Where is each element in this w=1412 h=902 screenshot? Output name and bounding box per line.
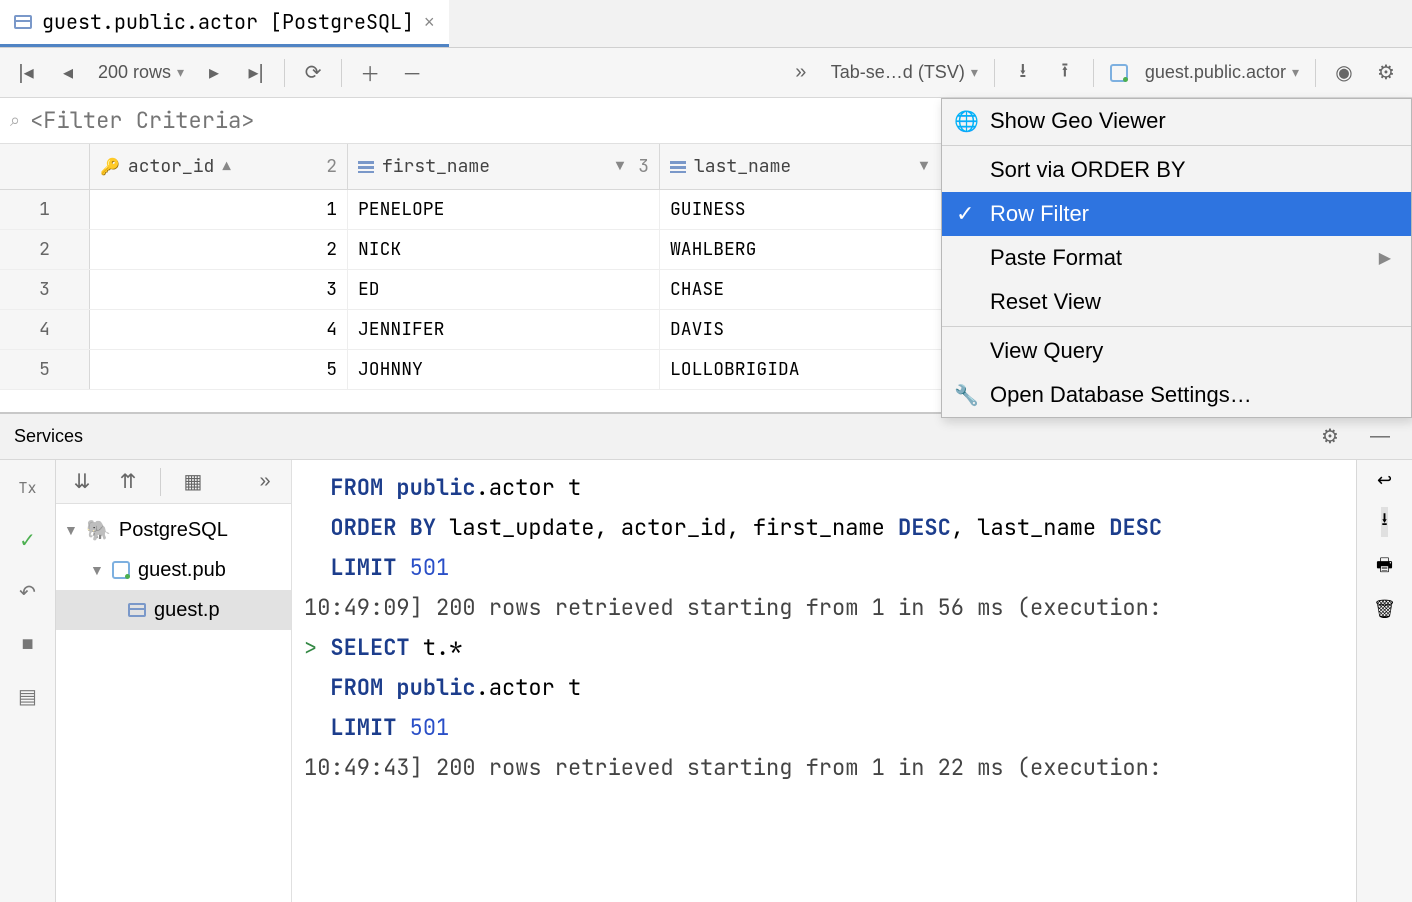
tab-title: guest.public.actor [PostgreSQL] bbox=[42, 9, 414, 35]
cell-last-name[interactable]: CHASE bbox=[660, 270, 964, 309]
services-title: Services bbox=[14, 426, 83, 447]
print-button[interactable]: 🖶 bbox=[1376, 553, 1393, 583]
cell-actor-id[interactable]: 2 bbox=[90, 230, 348, 269]
editor-tab-bar: guest.public.actor [PostgreSQL] × bbox=[0, 0, 1412, 48]
cell-last-name[interactable]: GUINESS bbox=[660, 190, 964, 229]
row-number: 4 bbox=[0, 310, 90, 349]
view-toggle-button[interactable]: ◉ bbox=[1326, 55, 1362, 91]
clear-button[interactable]: 🗑 bbox=[1373, 599, 1396, 620]
close-icon[interactable]: × bbox=[424, 12, 435, 33]
first-page-button[interactable]: |◂ bbox=[8, 55, 44, 91]
tree-node-postgres[interactable]: ▼ 🐘 PostgreSQL bbox=[56, 510, 291, 550]
cell-first-name[interactable]: JOHNNY bbox=[348, 350, 660, 389]
stop-button[interactable]: ■ bbox=[10, 626, 46, 662]
row-number: 2 bbox=[0, 230, 90, 269]
editor-tab[interactable]: guest.public.actor [PostgreSQL] × bbox=[0, 0, 449, 47]
row-count-dropdown[interactable]: 200 rows▾ bbox=[92, 62, 190, 83]
services-right-gutter: ↩ ⭳ 🖶 🗑 bbox=[1356, 460, 1412, 902]
column-icon bbox=[670, 161, 686, 173]
menu-sort-order-by[interactable]: Sort via ORDER BY bbox=[942, 148, 1411, 192]
services-minimize-button[interactable]: — bbox=[1362, 419, 1398, 455]
column-header-first-name[interactable]: first_name ▼ 3 bbox=[348, 144, 660, 189]
menu-paste-format[interactable]: Paste Format ▶ bbox=[942, 236, 1411, 280]
cell-actor-id[interactable]: 5 bbox=[90, 350, 348, 389]
export-button[interactable]: ⭳ bbox=[1005, 55, 1041, 91]
datasource-icon bbox=[112, 561, 130, 579]
datasource-icon bbox=[1110, 64, 1128, 82]
services-tree-column: ⇊ ⇈ ▦ » ▼ 🐘 PostgreSQL ▼ guest.pub bbox=[56, 460, 292, 902]
layout-button[interactable]: ▤ bbox=[10, 678, 46, 714]
import-button[interactable]: ⭱ bbox=[1047, 55, 1083, 91]
group-button[interactable]: ▦ bbox=[175, 464, 211, 500]
expand-all-button[interactable]: ⇊ bbox=[64, 464, 100, 500]
next-page-button[interactable]: ▸ bbox=[196, 55, 232, 91]
table-icon bbox=[14, 15, 32, 29]
search-icon: ⌕ bbox=[10, 110, 20, 131]
tree-node-console[interactable]: guest.p bbox=[56, 590, 291, 630]
row-number: 1 bbox=[0, 190, 90, 229]
remove-row-button[interactable]: － bbox=[394, 55, 430, 91]
column-header-actor-id[interactable]: 🔑 actor_id ▲ 2 bbox=[90, 144, 348, 189]
settings-button[interactable]: ⚙ bbox=[1368, 55, 1404, 91]
services-console[interactable]: FROM public.actor t ORDER BY last_update… bbox=[292, 460, 1356, 902]
datasource-dropdown[interactable]: guest.public.actor▾ bbox=[1104, 62, 1305, 83]
services-tree: ▼ 🐘 PostgreSQL ▼ guest.pub guest.p bbox=[56, 504, 291, 636]
column-header-last-name[interactable]: last_name ▼ 4 bbox=[660, 144, 964, 189]
cell-last-name[interactable]: DAVIS bbox=[660, 310, 964, 349]
commit-button[interactable]: ✓ bbox=[10, 522, 46, 558]
cell-actor-id[interactable]: 3 bbox=[90, 270, 348, 309]
check-icon: ✓ bbox=[956, 201, 974, 227]
cell-first-name[interactable]: JENNIFER bbox=[348, 310, 660, 349]
tree-more-button[interactable]: » bbox=[247, 464, 283, 500]
key-icon: 🔑 bbox=[100, 156, 120, 177]
export-format-dropdown[interactable]: Tab-se…d (TSV)▾ bbox=[825, 62, 984, 83]
table-icon bbox=[128, 603, 146, 617]
services-settings-button[interactable]: ⚙ bbox=[1312, 419, 1348, 455]
row-number: 3 bbox=[0, 270, 90, 309]
rollback-button[interactable]: ↶ bbox=[10, 574, 46, 610]
sort-asc-icon: ▲ bbox=[222, 158, 230, 176]
prev-page-button[interactable]: ◂ bbox=[50, 55, 86, 91]
gutter-header bbox=[0, 144, 90, 189]
services-tree-toolbar: ⇊ ⇈ ▦ » bbox=[56, 460, 291, 504]
cell-last-name[interactable]: LOLLOBRIGIDA bbox=[660, 350, 964, 389]
scroll-to-end-button[interactable]: ⭳ bbox=[1381, 507, 1387, 537]
globe-icon: 🌐 bbox=[954, 109, 979, 134]
last-page-button[interactable]: ▸| bbox=[238, 55, 274, 91]
services-panel: Services ⚙ — Tx ✓ ↶ ■ ▤ ⇊ ⇈ ▦ » ▼ 🐘 bbox=[0, 412, 1412, 902]
column-icon bbox=[358, 161, 374, 173]
cell-first-name[interactable]: PENELOPE bbox=[348, 190, 660, 229]
tx-button[interactable]: Tx bbox=[10, 470, 46, 506]
soft-wrap-button[interactable]: ↩ bbox=[1377, 470, 1392, 491]
cell-first-name[interactable]: ED bbox=[348, 270, 660, 309]
add-row-button[interactable]: ＋ bbox=[352, 55, 388, 91]
cell-last-name[interactable]: WAHLBERG bbox=[660, 230, 964, 269]
chevron-right-icon: ▶ bbox=[1379, 248, 1391, 268]
row-number: 5 bbox=[0, 350, 90, 389]
menu-view-query[interactable]: View Query bbox=[942, 329, 1411, 373]
reload-button[interactable]: ⟳ bbox=[295, 55, 331, 91]
menu-open-db-settings[interactable]: 🔧 Open Database Settings… bbox=[942, 373, 1411, 417]
cell-actor-id[interactable]: 4 bbox=[90, 310, 348, 349]
cell-first-name[interactable]: NICK bbox=[348, 230, 660, 269]
wrench-icon: 🔧 bbox=[954, 383, 979, 408]
menu-show-geo-viewer[interactable]: 🌐 Show Geo Viewer bbox=[942, 99, 1411, 143]
postgres-icon: 🐘 bbox=[86, 518, 111, 543]
collapse-all-button[interactable]: ⇈ bbox=[110, 464, 146, 500]
settings-context-menu: 🌐 Show Geo Viewer Sort via ORDER BY ✓ Ro… bbox=[941, 98, 1412, 418]
more-actions-button[interactable]: » bbox=[783, 55, 819, 91]
menu-reset-view[interactable]: Reset View bbox=[942, 280, 1411, 324]
tree-node-guest[interactable]: ▼ guest.pub bbox=[56, 550, 291, 590]
sort-desc-icon: ▼ bbox=[920, 158, 928, 176]
cell-actor-id[interactable]: 1 bbox=[90, 190, 348, 229]
services-header: Services ⚙ — bbox=[0, 414, 1412, 460]
data-toolbar: |◂ ◂ 200 rows▾ ▸ ▸| ⟳ ＋ － » Tab-se…d (TS… bbox=[0, 48, 1412, 98]
sort-desc-icon: ▼ bbox=[616, 158, 624, 176]
menu-row-filter[interactable]: ✓ Row Filter bbox=[942, 192, 1411, 236]
services-left-gutter: Tx ✓ ↶ ■ ▤ bbox=[0, 460, 56, 902]
